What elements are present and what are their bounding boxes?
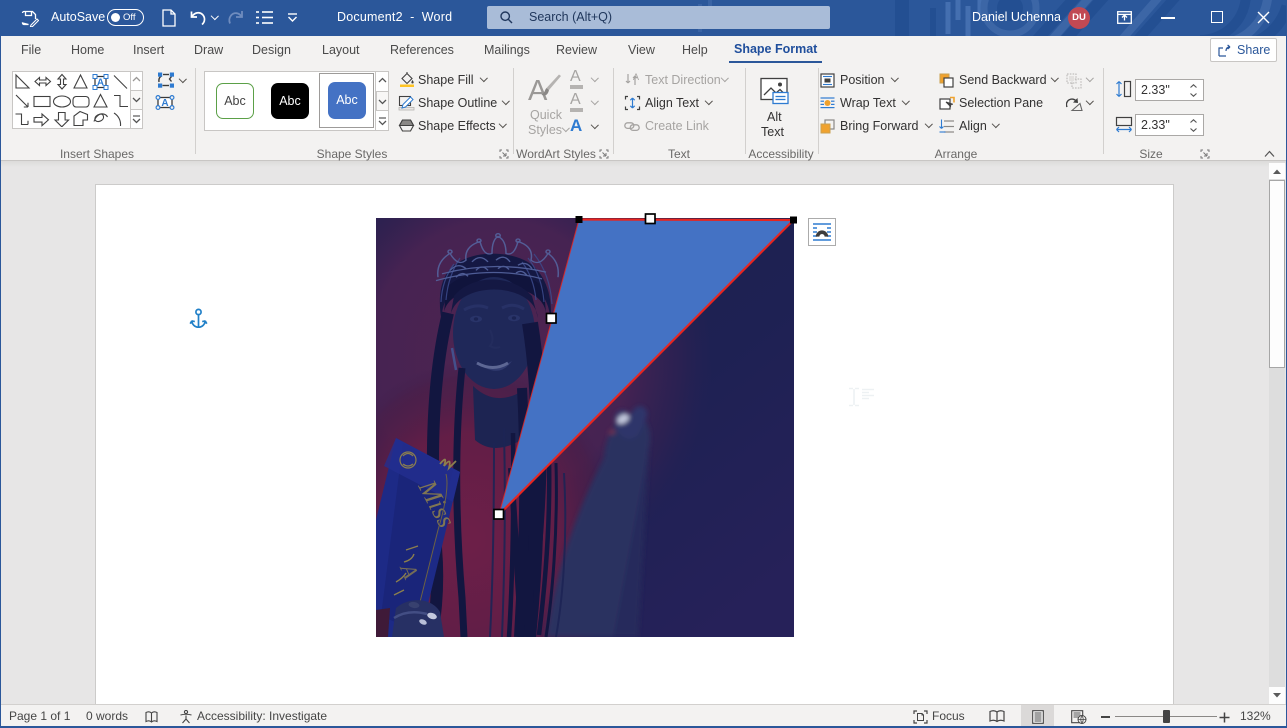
svg-text:A: A: [97, 78, 104, 89]
svg-text:A: A: [633, 72, 639, 82]
svg-text:A: A: [161, 98, 168, 109]
